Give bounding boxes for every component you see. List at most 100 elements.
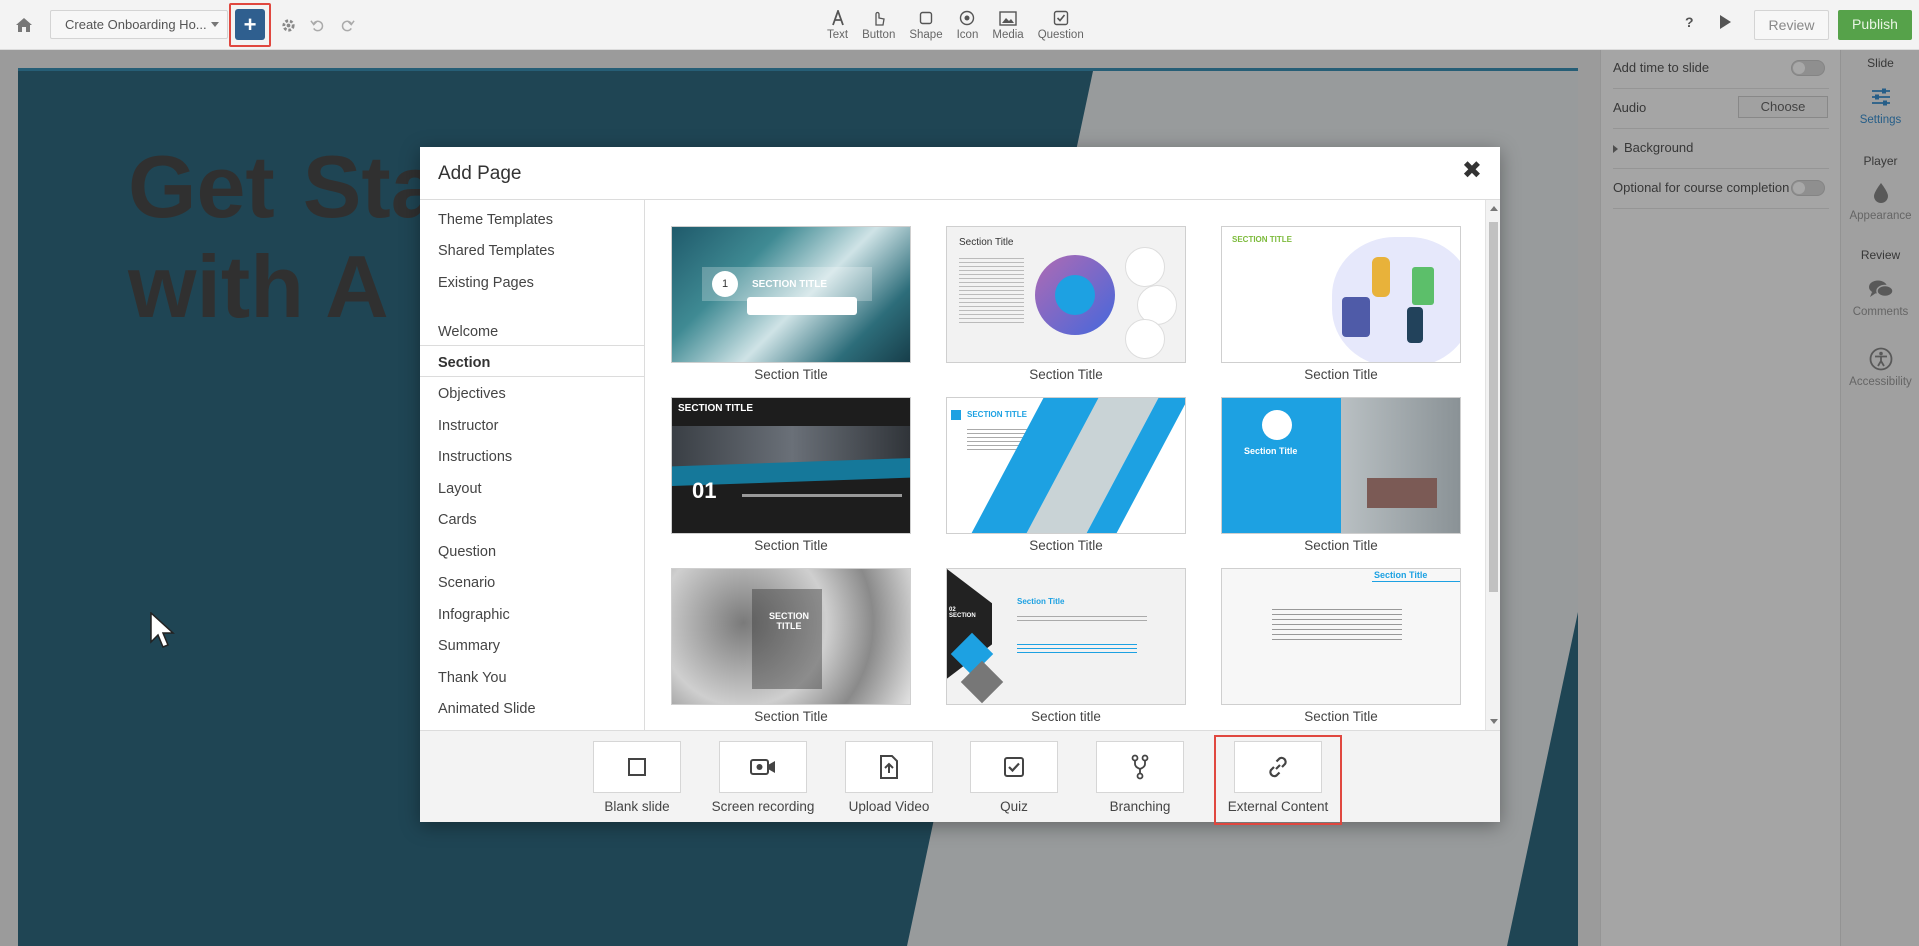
insert-text-label: Text (827, 29, 849, 41)
quiz-button[interactable]: Quiz (959, 741, 1069, 814)
undo-icon[interactable] (307, 15, 327, 35)
gear-icon[interactable] (278, 15, 298, 35)
template-scrollbar[interactable] (1485, 200, 1500, 730)
template-label: Section Title (1304, 538, 1378, 553)
scroll-thumb[interactable] (1489, 222, 1498, 592)
square-icon (593, 741, 681, 793)
video-camera-icon (719, 741, 807, 793)
category-summary[interactable]: Summary (438, 638, 500, 654)
category-thank-you[interactable]: Thank You (438, 670, 507, 686)
link-icon (1234, 741, 1322, 793)
template-card[interactable]: SECTION TITLE Section Title (671, 568, 911, 724)
thumb-title: SECTION TITLE (967, 410, 1027, 419)
insert-icon-button[interactable]: Icon (950, 7, 986, 45)
template-card[interactable]: 02 SECTION Section Title Section title (946, 568, 1186, 724)
template-label: Section title (1031, 709, 1101, 724)
menu-theme-templates[interactable]: Theme Templates (438, 212, 553, 228)
add-page-button[interactable]: + (235, 9, 265, 40)
template-grid: 1 SECTION TITLE Section Title Section Ti… (645, 200, 1485, 730)
blank-slide-button[interactable]: Blank slide (582, 741, 692, 814)
scroll-down-icon[interactable] (1490, 719, 1498, 724)
template-card[interactable]: 1 SECTION TITLE Section Title (671, 226, 911, 382)
template-thumbnail: 1 SECTION TITLE (671, 226, 911, 363)
template-label: Section Title (754, 367, 828, 382)
modal-title: Add Page (438, 163, 522, 184)
thumb-title: SECTION TITLE (752, 279, 827, 290)
template-thumbnail: SECTION TITLE (671, 568, 911, 705)
thumb-number: 1 (712, 271, 738, 297)
mouse-cursor-icon (150, 611, 176, 655)
thumb-title: Section Title (959, 237, 1014, 248)
category-objectives[interactable]: Objectives (438, 386, 506, 402)
template-thumbnail: SECTION TITLE (946, 397, 1186, 534)
branching-label: Branching (1109, 799, 1171, 814)
screen-recording-button[interactable]: Screen recording (708, 741, 818, 814)
template-label: Section Title (1029, 367, 1103, 382)
external-content-button[interactable]: External Content (1223, 741, 1333, 814)
top-toolbar: Create Onboarding Ho... + Text Button Sh… (0, 0, 1919, 50)
insert-toolbar: Text Button Shape Icon Media Question (820, 7, 1091, 45)
category-infographic[interactable]: Infographic (438, 607, 510, 623)
home-icon[interactable] (12, 14, 36, 36)
template-card[interactable]: Section Title Section Title (1221, 397, 1461, 553)
template-card[interactable]: Section Title Section Title (946, 226, 1186, 382)
insert-question-button[interactable]: Question (1031, 7, 1091, 45)
template-card[interactable]: SECTION TITLE Section Title (1221, 226, 1461, 382)
category-instructions[interactable]: Instructions (438, 449, 512, 465)
publish-button[interactable]: Publish (1838, 10, 1912, 40)
category-cards[interactable]: Cards (438, 512, 477, 528)
upload-video-label: Upload Video (848, 799, 930, 814)
template-card[interactable]: Section Title Section Title (1221, 568, 1461, 724)
upload-video-button[interactable]: Upload Video (834, 741, 944, 814)
menu-existing-pages[interactable]: Existing Pages (438, 275, 534, 291)
divider (420, 345, 645, 346)
thumb-number: 01 (692, 478, 717, 503)
insert-media-button[interactable]: Media (985, 7, 1030, 45)
insert-shape-label: Shape (909, 29, 943, 41)
screen-recording-label: Screen recording (711, 799, 815, 814)
category-welcome[interactable]: Welcome (438, 324, 498, 340)
help-button[interactable]: ? (1685, 14, 1694, 30)
thumb-title: Section Title (1374, 570, 1428, 580)
shape-icon (919, 7, 933, 29)
checkbox-icon (970, 741, 1058, 793)
template-thumbnail: Section Title (1221, 397, 1461, 534)
category-question[interactable]: Question (438, 544, 496, 560)
category-animated-slide[interactable]: Animated Slide (438, 701, 536, 717)
button-icon (870, 7, 888, 29)
plus-icon: + (243, 11, 257, 37)
insert-button-button[interactable]: Button (855, 7, 902, 45)
template-label: Section Title (754, 709, 828, 724)
thumb-title: Section Title (1244, 446, 1298, 456)
insert-shape-button[interactable]: Shape (902, 7, 949, 45)
category-instructor[interactable]: Instructor (438, 418, 498, 434)
add-page-footer: Blank slide Screen recording Upload Vide… (420, 730, 1500, 825)
course-select[interactable]: Create Onboarding Ho... (50, 10, 228, 39)
external-content-label: External Content (1227, 799, 1329, 814)
thumb-title: SECTION TITLE (1232, 235, 1292, 244)
template-thumbnail: 02 SECTION Section Title (946, 568, 1186, 705)
icon-icon (959, 7, 975, 29)
thumb-title: SECTION TITLE (678, 403, 753, 414)
category-layout[interactable]: Layout (438, 481, 482, 497)
category-scenario[interactable]: Scenario (438, 575, 495, 591)
template-label: Section Title (1304, 709, 1378, 724)
thumb-title: Section Title (1017, 597, 1065, 606)
close-icon[interactable]: ✖ (1462, 159, 1482, 183)
thumb-title: SECTION TITLE (768, 611, 809, 631)
branching-button[interactable]: Branching (1085, 741, 1195, 814)
menu-shared-templates[interactable]: Shared Templates (438, 243, 555, 259)
preview-play-icon[interactable] (1720, 15, 1731, 29)
quiz-label: Quiz (1000, 799, 1028, 814)
divider (420, 376, 645, 377)
template-card[interactable]: SECTION TITLE 01 Section Title (671, 397, 911, 553)
review-button[interactable]: Review (1754, 10, 1829, 40)
course-name: Create Onboarding Ho... (65, 17, 207, 32)
redo-icon[interactable] (337, 15, 357, 35)
template-card[interactable]: SECTION TITLE Section Title (946, 397, 1186, 553)
branch-icon (1096, 741, 1184, 793)
insert-text-button[interactable]: Text (820, 7, 855, 45)
scroll-up-icon[interactable] (1490, 206, 1498, 211)
category-section[interactable]: Section (438, 355, 490, 371)
add-page-modal: Add Page ✖ Theme Templates Shared Templa… (420, 147, 1500, 825)
